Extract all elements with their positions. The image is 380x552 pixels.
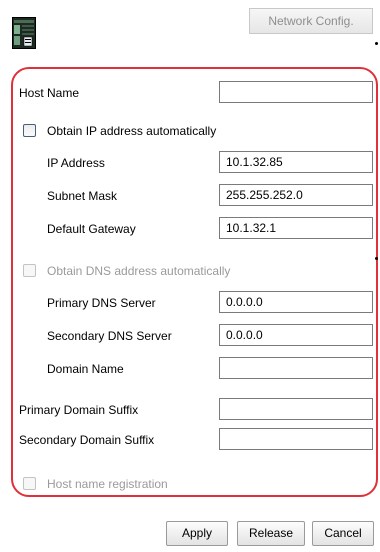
subnet-mask-label: Subnet Mask — [47, 189, 118, 203]
host-name-field[interactable] — [219, 81, 373, 103]
host-name-label: Host Name — [19, 86, 80, 100]
apply-button[interactable]: Apply — [166, 521, 228, 546]
obtain-ip-checkbox[interactable] — [23, 124, 36, 137]
default-gateway-label: Default Gateway — [47, 222, 136, 236]
ip-address-field[interactable] — [219, 151, 373, 173]
host-name-registration-checkbox[interactable] — [23, 477, 36, 490]
primary-domain-suffix-label: Primary Domain Suffix — [19, 403, 139, 417]
obtain-ip-label: Obtain IP address automatically — [47, 124, 217, 138]
release-button[interactable]: Release — [237, 521, 305, 546]
marker-dot — [375, 257, 378, 260]
ip-address-label: IP Address — [47, 156, 105, 170]
obtain-dns-checkbox[interactable] — [23, 264, 36, 277]
default-gateway-field[interactable] — [219, 217, 373, 239]
network-config-button[interactable]: Network Config. — [249, 8, 373, 34]
marker-dot — [375, 42, 378, 45]
subnet-mask-field[interactable] — [219, 184, 373, 206]
cancel-button[interactable]: Cancel — [312, 521, 374, 546]
obtain-dns-label: Obtain DNS address automatically — [47, 264, 231, 278]
secondary-dns-field[interactable] — [219, 324, 373, 346]
secondary-dns-label: Secondary DNS Server — [47, 329, 172, 343]
host-name-registration-label: Host name registration — [47, 477, 168, 491]
secondary-domain-suffix-field[interactable] — [219, 428, 373, 450]
primary-dns-field[interactable] — [219, 291, 373, 313]
primary-dns-label: Primary DNS Server — [47, 296, 156, 310]
server-device-icon — [12, 17, 36, 49]
secondary-domain-suffix-label: Secondary Domain Suffix — [19, 433, 155, 447]
domain-name-field[interactable] — [219, 357, 373, 379]
primary-domain-suffix-field[interactable] — [219, 398, 373, 420]
domain-name-label: Domain Name — [47, 362, 124, 376]
